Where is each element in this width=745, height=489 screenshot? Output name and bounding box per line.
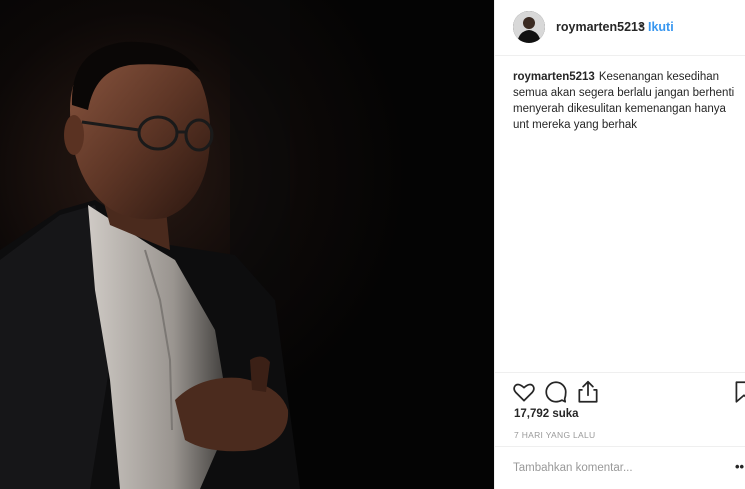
separator-dot: • bbox=[639, 19, 644, 33]
avatar-image bbox=[513, 11, 545, 43]
bookmark-icon[interactable] bbox=[731, 379, 745, 405]
post-side-panel: roymarten5213 • Ikuti roymarten5213 Kesen… bbox=[494, 0, 745, 489]
caption-username[interactable]: roymarten5213 bbox=[513, 71, 595, 83]
post-timestamp[interactable]: 7 HARI YANG LALU bbox=[514, 430, 596, 440]
post-caption: roymarten5213 Kesenangan kesedihan semua … bbox=[513, 69, 741, 133]
post-photo[interactable] bbox=[0, 0, 494, 489]
more-icon[interactable]: •• bbox=[735, 459, 744, 474]
photo-image bbox=[0, 0, 494, 489]
username-link[interactable]: roymarten5213 bbox=[556, 20, 645, 34]
share-icon[interactable] bbox=[575, 379, 601, 405]
follow-button[interactable]: Ikuti bbox=[648, 20, 674, 34]
comment-bar: •• bbox=[495, 446, 745, 489]
like-count[interactable]: 17,792 suka bbox=[514, 408, 579, 420]
action-bar bbox=[495, 372, 745, 412]
avatar[interactable] bbox=[513, 11, 545, 43]
heart-icon[interactable] bbox=[511, 379, 537, 405]
comment-input[interactable] bbox=[513, 459, 713, 477]
post-header: roymarten5213 • Ikuti bbox=[495, 0, 745, 56]
comment-icon[interactable] bbox=[543, 379, 569, 405]
